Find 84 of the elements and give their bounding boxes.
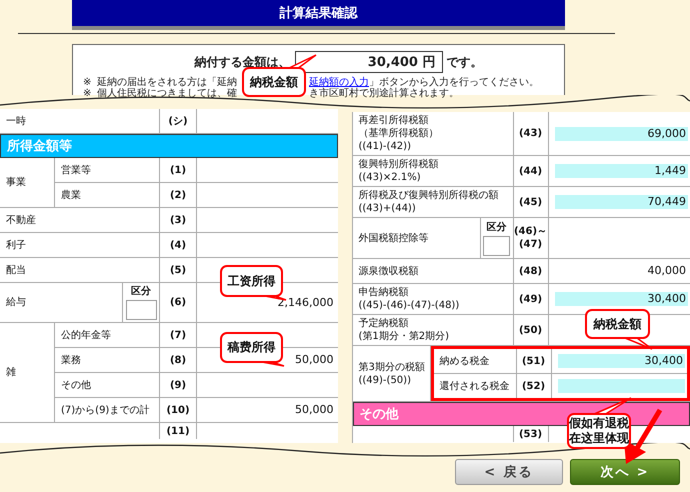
sub-label: 農業 bbox=[61, 188, 81, 202]
line-number: (9) bbox=[170, 378, 186, 392]
row-label: 申告納税額 bbox=[358, 286, 410, 299]
callout-text: 工资所得 bbox=[228, 274, 276, 288]
amount-value: 50,000 bbox=[295, 353, 334, 367]
sub-label: 還付される税金 bbox=[440, 380, 510, 392]
amount-field: 30,400 bbox=[558, 354, 685, 368]
line-number: (47) bbox=[518, 238, 542, 251]
line-number: (11) bbox=[166, 424, 190, 438]
group-label: 第3期分の税額 bbox=[358, 360, 425, 374]
amount-field: 70,449 bbox=[554, 195, 688, 209]
sub-label: (7)から(9)までの計 bbox=[61, 404, 150, 416]
amount-field: 69,000 bbox=[554, 126, 688, 140]
amount-field: 1,449 bbox=[554, 164, 688, 178]
amount-field: 30,400 円 bbox=[294, 51, 442, 73]
row-label: 外国税額控除等 bbox=[358, 232, 428, 244]
category-label: 区分 bbox=[131, 285, 151, 298]
line-number: (3) bbox=[170, 214, 186, 226]
note-text: き市区町村で別途計算されます。 bbox=[309, 88, 459, 99]
note-mark: ※ bbox=[83, 77, 92, 88]
callout-text: 納税金額 bbox=[250, 74, 298, 90]
note-text: 延納の届出をされる方は「延納 bbox=[97, 77, 237, 88]
line-number: (7) bbox=[170, 328, 186, 342]
row-label: 給与 bbox=[6, 296, 26, 309]
line-number: (52) bbox=[522, 380, 546, 392]
sub-label: 営業等 bbox=[61, 164, 91, 176]
row-label: ((43)×2.1%) bbox=[358, 171, 422, 184]
group-label: 事業 bbox=[6, 176, 26, 189]
row-label: 再差引所得税額 bbox=[358, 114, 430, 127]
line-number: (51) bbox=[522, 354, 546, 368]
row-label: ((45)-(46)-(47)-(48)) bbox=[358, 299, 460, 312]
line-number: (2) bbox=[170, 188, 186, 202]
input-link[interactable]: 延納額の入力 bbox=[309, 77, 369, 88]
sub-label: 業務 bbox=[61, 354, 81, 366]
group-label: 雑 bbox=[6, 366, 16, 379]
category-label: 区分 bbox=[486, 220, 506, 234]
line-number: (43) bbox=[518, 127, 542, 140]
row-label: 予定納税額 bbox=[358, 317, 410, 330]
callout-text: 假如有退税 bbox=[569, 416, 629, 431]
line-number: (6) bbox=[170, 296, 186, 309]
amount-value: 2,146,000 bbox=[278, 296, 334, 310]
note-mark: ※ bbox=[83, 88, 92, 99]
section-header: 所得金額等 bbox=[0, 134, 338, 158]
row-label: 所得税及び復興特別所得税の額 bbox=[358, 189, 498, 202]
line-number: (53) bbox=[518, 428, 542, 440]
line-number: (10) bbox=[166, 404, 190, 416]
row-label: ((43)+(44)) bbox=[358, 202, 417, 215]
note-text: 」ボタンから入力を行ってください。 bbox=[369, 77, 539, 88]
amount-value: 40,000 bbox=[648, 264, 687, 278]
sub-label: 納める税金 bbox=[440, 354, 490, 368]
line-number: (49) bbox=[518, 292, 542, 306]
callout-text: 在这里体现 bbox=[569, 431, 629, 446]
next-button[interactable]: 次へ > bbox=[570, 459, 680, 485]
amount-value: 50,000 bbox=[295, 403, 334, 417]
line-number: (1) bbox=[170, 164, 186, 176]
row-label: （基準所得税額） bbox=[358, 127, 438, 140]
row-label: (第1期分・第2期分) bbox=[358, 330, 450, 343]
line-number: (4) bbox=[170, 238, 186, 252]
line-number: (46)～ bbox=[514, 225, 548, 238]
row-label: 不動産 bbox=[6, 214, 36, 226]
line-number: (8) bbox=[170, 354, 186, 366]
row-label: 源泉徴収税額 bbox=[358, 264, 418, 278]
callout-text: 納税金額 bbox=[594, 316, 642, 332]
group-label: ((49)-(50)) bbox=[358, 374, 412, 386]
line-number: (シ) bbox=[168, 114, 188, 128]
line-number: (44) bbox=[518, 164, 542, 178]
sub-label: その他 bbox=[61, 378, 91, 392]
line-number: (45) bbox=[518, 196, 542, 208]
sub-label: 公的年金等 bbox=[61, 328, 111, 342]
line-number: (50) bbox=[518, 324, 542, 336]
row-label: 一時 bbox=[6, 114, 26, 128]
row-label: 復興特別所得税額 bbox=[358, 158, 438, 171]
back-button[interactable]: < 戻る bbox=[455, 459, 563, 485]
amount-suffix: です。 bbox=[446, 54, 482, 70]
row-label: ((41)-(42)) bbox=[358, 140, 412, 153]
row-label: 利子 bbox=[6, 238, 26, 252]
amount-field: 30,400 bbox=[554, 292, 688, 306]
callout-text: 稿费所得 bbox=[228, 340, 276, 355]
page-title: 計算結果確認 bbox=[72, 0, 565, 30]
category-field[interactable] bbox=[126, 300, 156, 320]
row-label: 配当 bbox=[6, 264, 26, 276]
line-number: (5) bbox=[170, 264, 186, 276]
category-field[interactable] bbox=[483, 236, 510, 256]
line-number: (48) bbox=[518, 264, 542, 278]
